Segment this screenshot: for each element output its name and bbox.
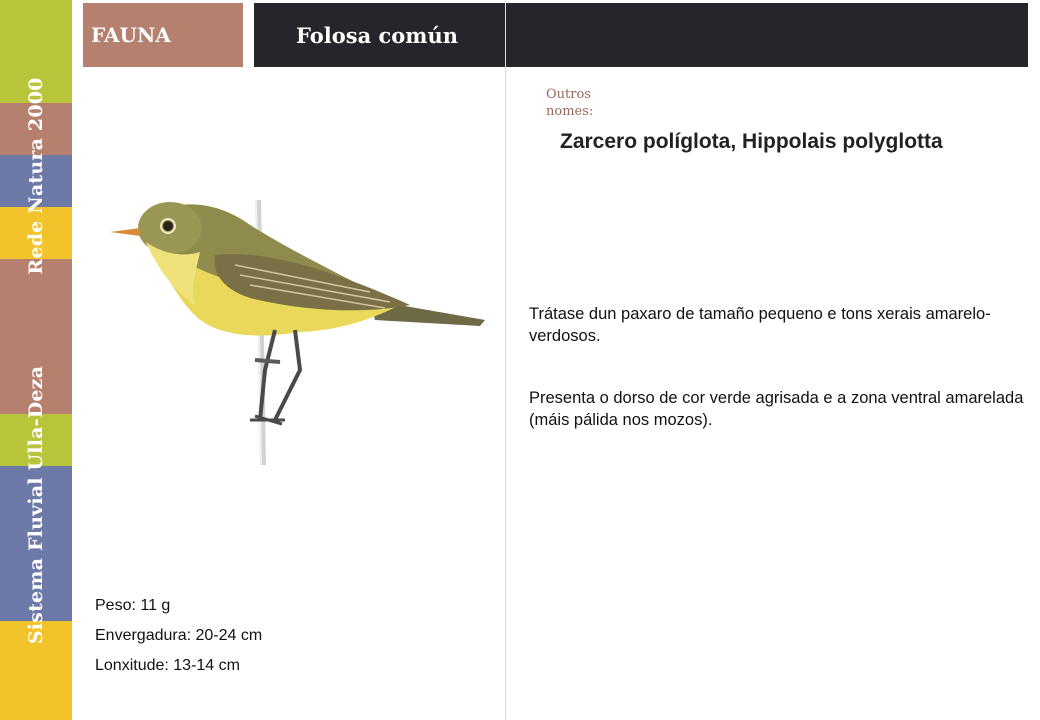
sidebar-color-bar: Rede Natura 2000 Sistema Fluvial Ulla-De… [0,0,72,720]
sidebar-label-ulla-deza: Sistema Fluvial Ulla-Deza [25,365,47,645]
other-names-label: Outros nomes: [546,87,594,119]
stat-length: Lonxitude: 13-14 cm [95,657,240,674]
category-tag: FAUNA [83,3,243,67]
column-divider [505,0,506,720]
other-names-value: Zarcero políglota, Hippolais polyglotta [560,130,943,153]
stat-weight: Peso: 11 g [95,597,171,614]
description-paragraph-2: Presenta o dorso de cor verde agrisada e… [529,389,1024,429]
stat-wingspan: Envergadura: 20-24 cm [95,627,263,644]
species-stats: Peso: 11 g Envergadura: 20-24 cm Lonxitu… [95,594,262,684]
description-paragraph-1: Trátase dun paxaro de tamaño pequeno e t… [529,305,991,345]
sidebar-label-natura: Rede Natura 2000 [25,77,47,275]
page-title: Folosa común [254,3,1028,67]
bird-illustration [110,199,485,466]
